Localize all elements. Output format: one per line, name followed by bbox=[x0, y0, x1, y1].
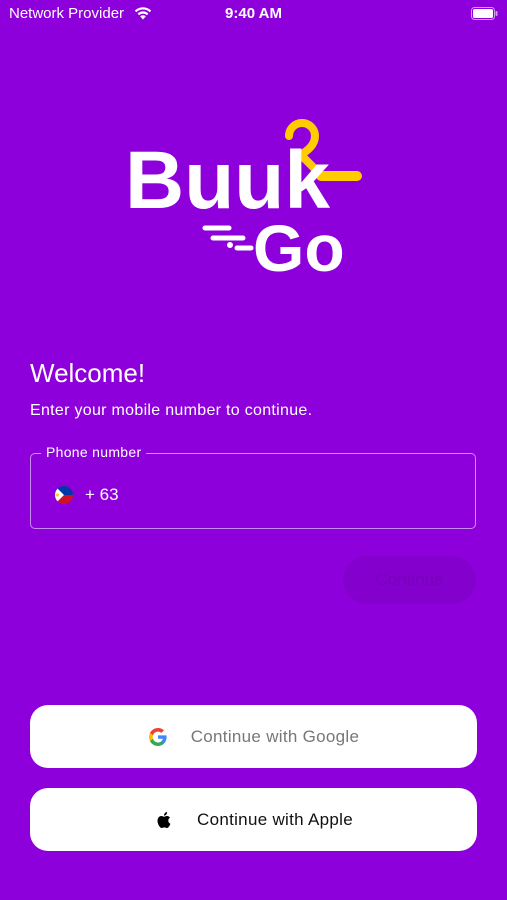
logo-text-bottom: Go bbox=[253, 211, 345, 278]
continue-with-google-button[interactable]: Continue with Google bbox=[30, 705, 477, 768]
google-icon bbox=[148, 727, 167, 746]
country-code[interactable]: + 63 bbox=[85, 485, 119, 505]
welcome-subtitle: Enter your mobile number to continue. bbox=[30, 402, 313, 419]
apple-icon bbox=[157, 811, 171, 828]
phone-number-label: Phone number bbox=[41, 444, 147, 460]
phone-number-field[interactable]: Phone number + 63 bbox=[30, 444, 476, 529]
buukgo-logo: Buuk Go bbox=[125, 119, 362, 278]
status-bar: Network Provider 9:40 AM bbox=[0, 0, 507, 28]
philippines-flag-icon[interactable] bbox=[54, 485, 74, 505]
google-button-label: Continue with Google bbox=[190, 726, 360, 746]
welcome-title: Welcome! bbox=[30, 358, 146, 388]
continue-with-apple-button[interactable]: Continue with Apple bbox=[30, 788, 477, 851]
continue-button[interactable]: Continue bbox=[343, 556, 476, 604]
battery-icon bbox=[471, 7, 498, 20]
apple-button-label: Continue with Apple bbox=[197, 809, 353, 829]
status-time: 9:40 AM bbox=[225, 5, 282, 22]
